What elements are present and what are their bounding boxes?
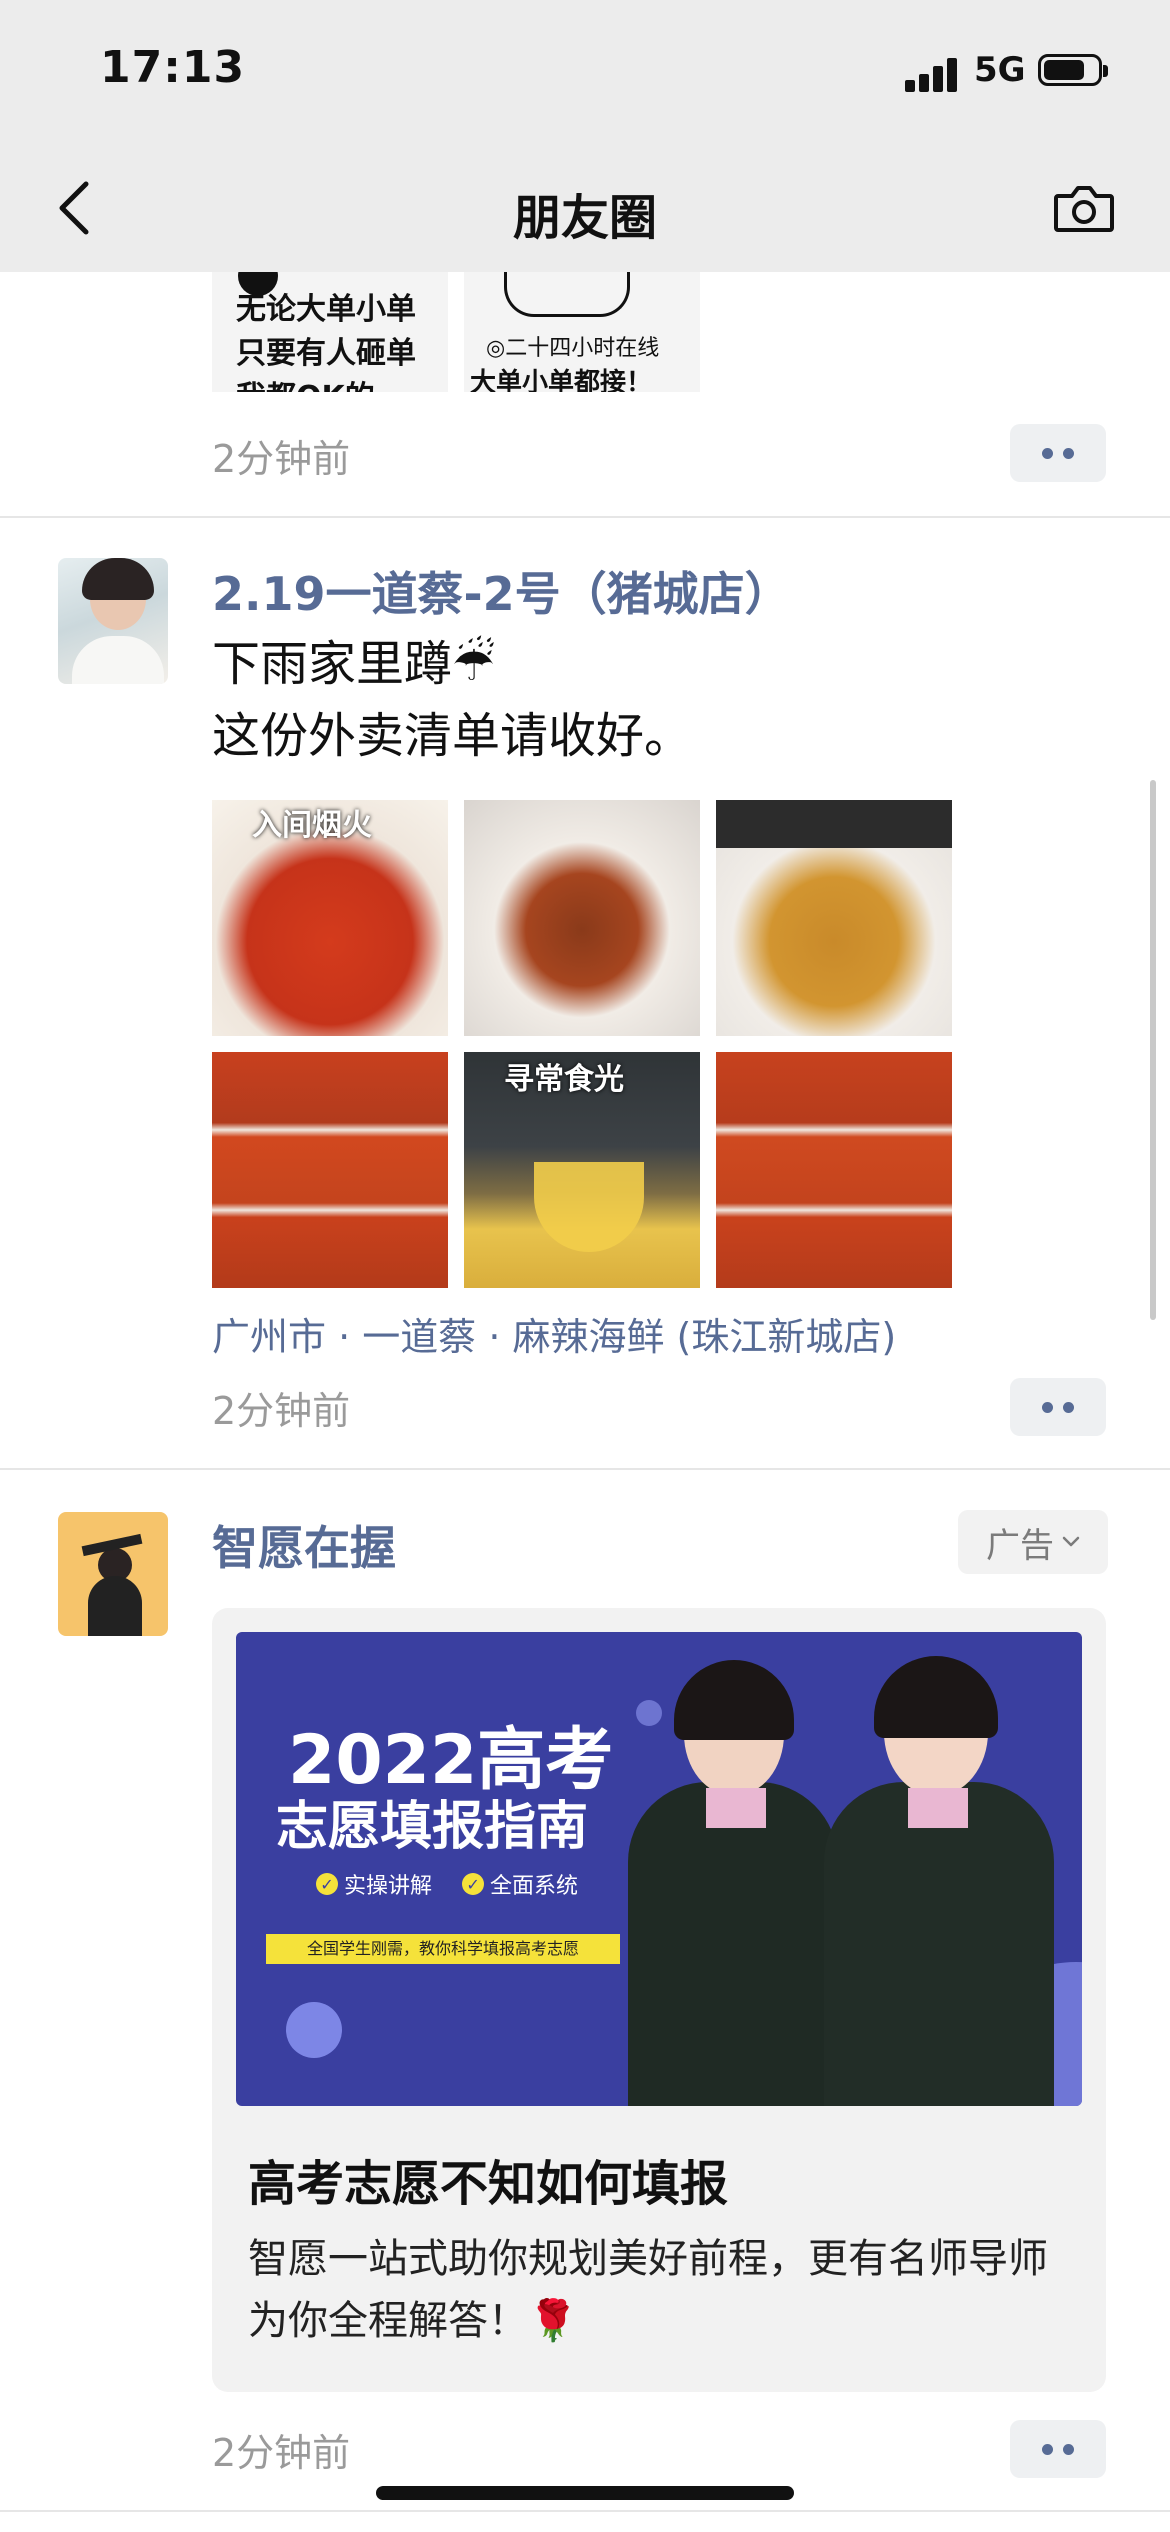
ad-description: 智愿一站式助你规划美好前程，更有名师导师为你全程解答！🌹 <box>248 2236 1048 2344</box>
more-button[interactable] <box>1010 424 1106 482</box>
divider <box>0 2510 1170 2512</box>
banner-check-item: ✓ 全面系统 <box>462 1868 578 1900</box>
top-bar: 17:13 5G 朋友圈 <box>0 0 1170 272</box>
image-caption: 入间烟火 <box>252 808 372 843</box>
post-text-line: 下雨家里蹲☔ <box>212 636 496 692</box>
battery-icon <box>1038 54 1108 86</box>
avatar[interactable] <box>58 558 168 684</box>
camera-button[interactable] <box>1052 178 1116 238</box>
post-time: 2分钟前 <box>212 437 351 481</box>
banner-check-item: ✓ 实操讲解 <box>316 1868 432 1900</box>
dot-icon <box>1063 447 1074 459</box>
post-image[interactable]: 入间烟火 <box>212 800 448 1036</box>
post-time: 2分钟前 <box>212 1389 351 1433</box>
banner-strip: 全国学生刚需，教你科学填报高考志愿 <box>266 1934 620 1964</box>
banner-headline: 志愿填报指南 <box>276 1797 589 1857</box>
ad-label-button[interactable]: 广告 <box>958 1510 1108 1574</box>
image-caption: 寻常食光 <box>504 1062 624 1097</box>
post-image[interactable] <box>212 1052 448 1288</box>
image-text: 无论大单小单 <box>236 292 416 327</box>
image-text: 我都OK的 <box>236 376 416 392</box>
post-username[interactable]: 2.19一道蔡-2号（猪城店） <box>212 558 791 624</box>
check-icon: ✓ <box>462 1873 485 1895</box>
post-username[interactable]: 智愿在握 <box>212 1512 396 1578</box>
check-icon: ✓ <box>316 1873 338 1895</box>
more-button[interactable] <box>1010 1378 1106 1436</box>
home-indicator[interactable] <box>376 2486 794 2500</box>
post-image[interactable]: 无论大单小单 只要有人砸单 我都OK的 <box>212 272 448 392</box>
chevron-down-icon <box>1062 1536 1080 1547</box>
page-title: 朋友圈 <box>512 190 657 246</box>
image-text: 只要有人砸单 <box>236 336 416 371</box>
dot-icon <box>1042 447 1053 459</box>
post-location[interactable]: 广州市 · 一道蔡 · 麻辣海鲜 (珠江新城店) <box>212 1306 896 1361</box>
avatar[interactable] <box>58 1512 168 1636</box>
dot-icon <box>1063 2443 1074 2455</box>
dot-icon <box>1042 1401 1053 1413</box>
image-text: 大单小单都接！ <box>470 368 653 392</box>
post-time: 2分钟前 <box>212 2431 351 2475</box>
post-image[interactable]: 寻常食光 <box>464 1052 700 1288</box>
divider <box>0 1468 1170 1470</box>
post-image[interactable] <box>716 1052 952 1288</box>
post-text-line: 这份外卖清单请收好。 <box>212 708 693 764</box>
post-image[interactable]: ◎二十四小时在线 大单小单都接！ <box>464 272 700 392</box>
divider <box>0 516 1170 518</box>
dot-icon <box>1063 1401 1074 1413</box>
network-label: 5G <box>974 50 1026 90</box>
graduate-figure <box>824 1782 1054 2106</box>
graduate-figure <box>628 1782 838 2106</box>
image-text: ◎二十四小时在线 <box>486 336 660 361</box>
dot-icon <box>1042 2443 1053 2455</box>
signal-icon <box>905 56 961 92</box>
ad-banner[interactable]: 2022高考 志愿填报指南 ✓ 实操讲解 ✓ 全面系统 全国学生刚需，教你科学填… <box>236 1632 1082 2106</box>
ad-label: 广告 <box>986 1525 1054 1566</box>
more-button[interactable] <box>1010 2420 1106 2478</box>
scrollbar[interactable] <box>1150 780 1156 1320</box>
post-image[interactable] <box>716 800 952 1036</box>
status-time: 17:13 <box>100 42 246 93</box>
ad-card[interactable]: 2022高考 志愿填报指南 ✓ 实操讲解 ✓ 全面系统 全国学生刚需，教你科学填… <box>212 1608 1106 2392</box>
post-image[interactable] <box>464 800 700 1036</box>
ad-title: 高考志愿不知如何填报 <box>248 2156 729 2212</box>
camera-icon <box>1054 186 1114 232</box>
